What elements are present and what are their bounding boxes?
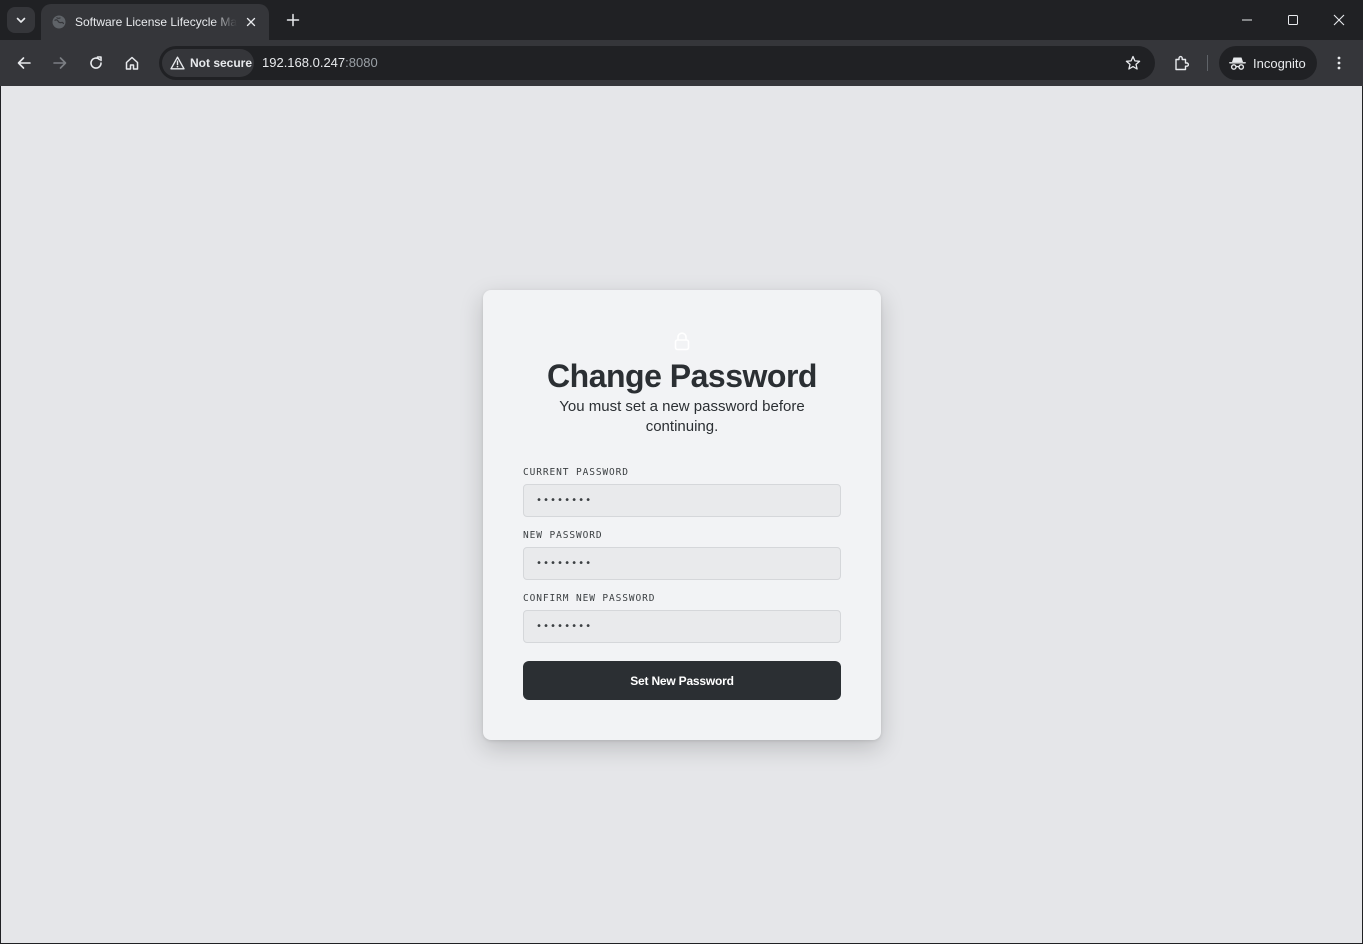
plus-icon	[286, 13, 300, 27]
page-title: Change Password	[547, 358, 817, 394]
incognito-profile-button[interactable]: Incognito	[1219, 46, 1317, 80]
tab-strip: Software License Lifecycle Manager	[0, 0, 1363, 40]
incognito-icon	[1229, 57, 1246, 70]
maximize-button[interactable]	[1270, 0, 1316, 40]
current-password-input[interactable]: ••••••••	[523, 484, 841, 517]
tab-title: Software License Lifecycle Manager	[75, 15, 237, 29]
kebab-menu-icon	[1337, 56, 1341, 70]
forward-button[interactable]	[46, 49, 74, 77]
reload-button[interactable]	[82, 49, 110, 77]
back-button[interactable]	[10, 49, 38, 77]
bookmark-button[interactable]	[1123, 53, 1143, 73]
url-host: 192.168.0.247	[262, 55, 346, 70]
set-new-password-button[interactable]: Set New Password	[523, 661, 841, 700]
new-password-input[interactable]: ••••••••	[523, 547, 841, 580]
security-label: Not secure	[190, 56, 253, 70]
current-password-label: CURRENT PASSWORD	[523, 467, 629, 478]
close-window-button[interactable]	[1316, 0, 1362, 40]
tab-close-button[interactable]	[243, 14, 259, 30]
tab-search-button[interactable]	[7, 7, 35, 33]
reload-icon	[90, 56, 102, 69]
lock-icon	[674, 332, 690, 351]
new-password-label: NEW PASSWORD	[523, 530, 603, 541]
home-icon	[125, 56, 139, 70]
browser-toolbar: Not secure 192.168.0.247:8080 Incognito	[0, 40, 1363, 86]
puzzle-icon	[1174, 55, 1189, 70]
minimize-button[interactable]	[1224, 0, 1270, 40]
url-port: :8080	[345, 55, 378, 70]
arrow-left-icon	[17, 57, 31, 69]
change-password-card: Change Password You must set a new passw…	[483, 290, 881, 740]
page-subtitle: You must set a new password before conti…	[559, 398, 805, 435]
chevron-down-icon	[16, 17, 26, 23]
new-tab-button[interactable]	[281, 8, 305, 32]
browser-menu-button[interactable]	[1325, 49, 1353, 77]
toolbar-divider	[1207, 55, 1208, 71]
page-viewport: Change Password You must set a new passw…	[1, 86, 1362, 943]
globe-icon	[52, 15, 66, 29]
active-tab[interactable]: Software License Lifecycle Manager	[41, 4, 269, 40]
url-text[interactable]: 192.168.0.247:8080	[262, 55, 378, 70]
home-button[interactable]	[118, 49, 146, 77]
confirm-password-label: CONFIRM NEW PASSWORD	[523, 593, 656, 604]
extensions-button[interactable]	[1167, 49, 1195, 77]
maximize-icon	[1288, 15, 1298, 25]
close-icon	[1333, 14, 1345, 26]
star-icon	[1125, 55, 1141, 70]
minimize-icon	[1242, 19, 1252, 21]
close-icon	[246, 17, 256, 27]
incognito-label: Incognito	[1253, 55, 1306, 71]
security-chip[interactable]: Not secure	[162, 49, 254, 77]
arrow-right-icon	[53, 57, 67, 69]
warning-icon	[170, 56, 185, 70]
address-bar[interactable]: Not secure 192.168.0.247:8080	[159, 46, 1155, 80]
confirm-password-input[interactable]: ••••••••	[523, 610, 841, 643]
